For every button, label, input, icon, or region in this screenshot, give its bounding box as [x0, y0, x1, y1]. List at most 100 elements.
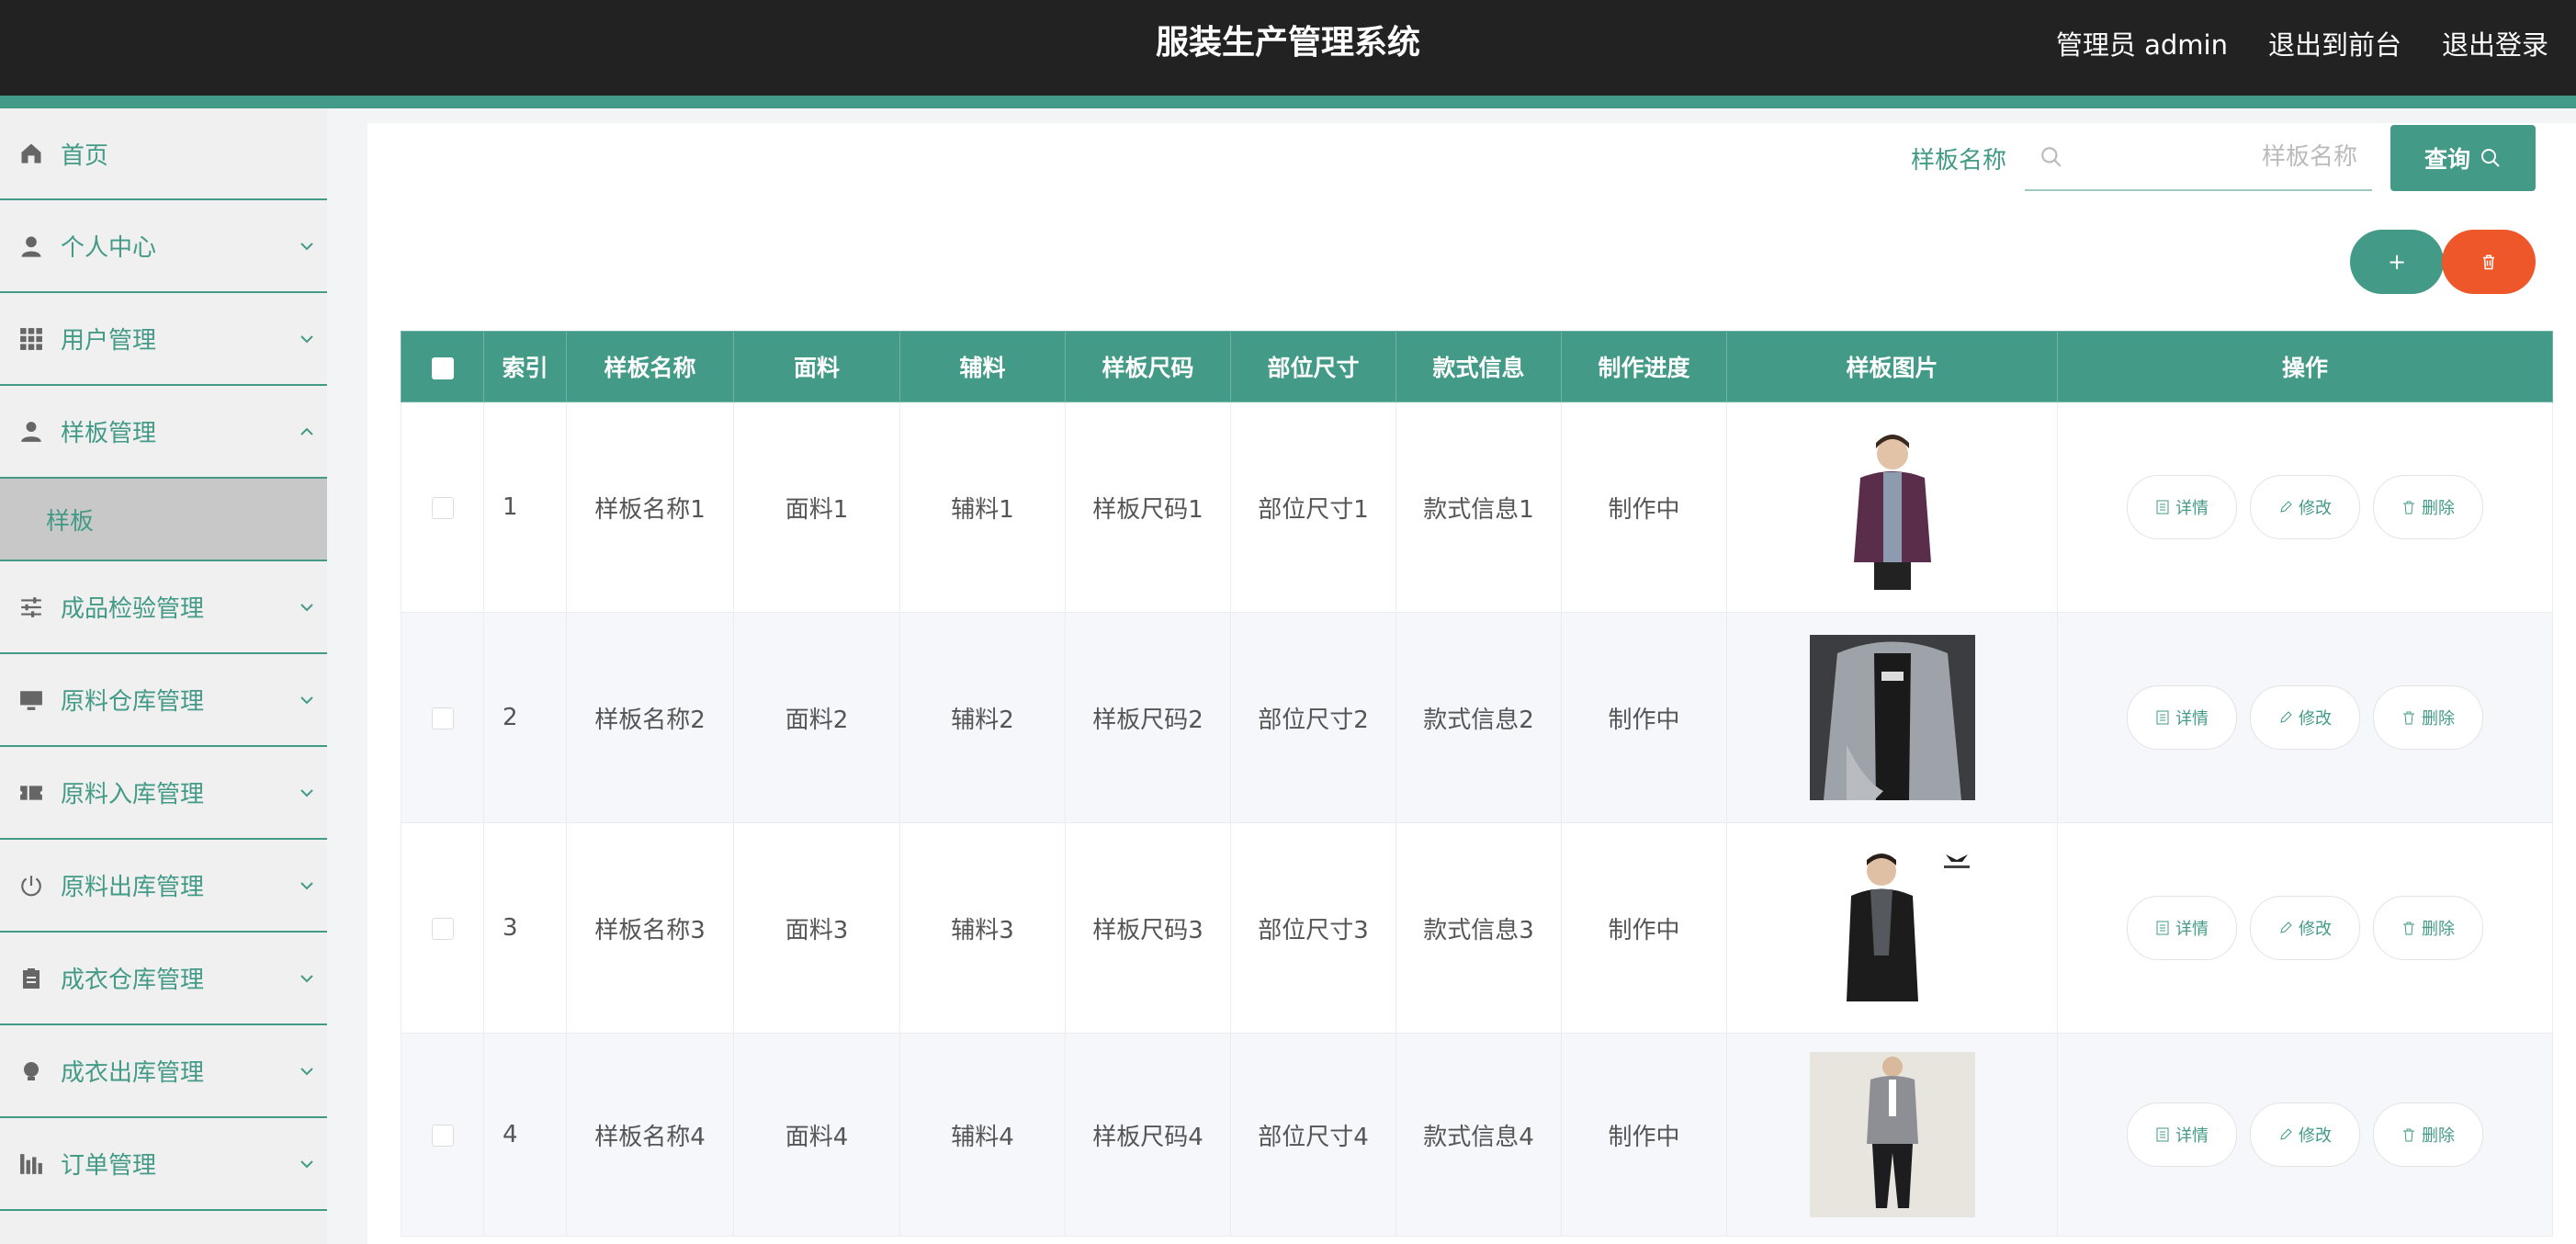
sidebar-item-label: 首页: [61, 141, 109, 170]
size-cell: 样板尺码4: [1065, 1033, 1231, 1237]
power-icon: [18, 873, 44, 899]
sidebar-item-personal[interactable]: 个人中心: [0, 200, 327, 293]
progress-cell: 制作中: [1561, 822, 1727, 1034]
edit-button[interactable]: 修改: [2250, 685, 2360, 750]
edit-button[interactable]: 修改: [2250, 1103, 2360, 1167]
table-row: 1 样板名称1 面料1 辅料1 样板尺码1 部位尺寸1 款式信息1 制作中 详情…: [401, 401, 2553, 613]
person-icon: [18, 233, 44, 259]
column-header: 样板尺码: [1065, 331, 1231, 402]
fabric-cell: 面料3: [733, 822, 900, 1034]
row-checkbox[interactable]: [431, 917, 454, 940]
chevron-down-icon: [300, 788, 313, 797]
column-header: 样板图片: [1726, 331, 2058, 402]
sidebar-item-orders[interactable]: 订单管理: [0, 1118, 327, 1211]
home-icon: [18, 141, 44, 166]
sidebar-item-label: 成衣仓库管理: [61, 967, 205, 994]
query-button[interactable]: 查询: [2390, 125, 2536, 191]
delete-button[interactable]: 删除: [2373, 685, 2483, 750]
sidebar-subitem-label: 样板: [46, 507, 95, 536]
search-form: 样板名称 查询: [1911, 125, 2536, 191]
detail-button[interactable]: 详情: [2127, 475, 2237, 539]
pencil-icon: [2280, 922, 2292, 933]
chevron-down-icon: [300, 974, 313, 982]
detail-button[interactable]: 详情: [2127, 896, 2237, 960]
table-row: 2 样板名称2 面料2 辅料2 样板尺码2 部位尺寸2 款式信息2 制作中 详情…: [401, 612, 2553, 823]
detail-button[interactable]: 详情: [2127, 685, 2237, 750]
chart-icon: [18, 1151, 44, 1177]
query-button-label: 查询: [2423, 146, 2470, 173]
row-checkbox[interactable]: [431, 1124, 454, 1147]
sidebar-item-material-out[interactable]: 原料出库管理: [0, 840, 327, 933]
sidebar-item-inspection[interactable]: 成品检验管理: [0, 561, 327, 654]
fabric-cell: 面料4: [733, 1033, 900, 1237]
content-gutter: [327, 123, 367, 1244]
delete-button[interactable]: 删除: [2373, 896, 2483, 960]
trash-icon: [2403, 922, 2414, 935]
select-all-checkbox[interactable]: [431, 356, 454, 379]
garment-photo[interactable]: [1809, 845, 1975, 1011]
sidebar-item-users[interactable]: 用户管理: [0, 293, 327, 386]
operations-cell: 详情 修改 删除: [2057, 401, 2553, 613]
delete-button[interactable]: 删除: [2373, 475, 2483, 539]
sidebar-item-home[interactable]: 首页: [0, 108, 327, 200]
logout-link[interactable]: 退出登录: [2442, 24, 2548, 62]
image-cell: [1726, 401, 2058, 613]
edit-button[interactable]: 修改: [2250, 475, 2360, 539]
sidebar-item-label: 原料出库管理: [61, 874, 205, 901]
row-select-cell[interactable]: [401, 822, 484, 1034]
garment-photo[interactable]: [1809, 1052, 1975, 1217]
document-icon: [2156, 710, 2169, 725]
sidebar-item-label: 成品检验管理: [61, 595, 205, 623]
column-header: 操作: [2057, 331, 2553, 402]
admin-label: 管理员 admin: [2055, 29, 2228, 61]
edit-label: 修改: [2299, 1126, 2332, 1146]
row-select-cell[interactable]: [401, 401, 484, 613]
part-size-cell: 部位尺寸4: [1230, 1033, 1396, 1237]
garment-photo[interactable]: [1809, 635, 1975, 800]
row-checkbox[interactable]: [431, 496, 454, 519]
column-header: 款式信息: [1395, 331, 1562, 402]
row-select-cell[interactable]: [401, 612, 484, 823]
select-all-header[interactable]: [401, 331, 484, 402]
edit-button[interactable]: 修改: [2250, 896, 2360, 960]
sidebar-item-label: 个人中心: [61, 234, 157, 262]
batch-delete-button[interactable]: [2442, 230, 2536, 294]
add-button[interactable]: +: [2350, 230, 2444, 294]
name-cell: 样板名称2: [566, 612, 734, 823]
delete-button[interactable]: 删除: [2373, 1103, 2483, 1167]
image-cell: [1726, 612, 2058, 823]
sidebar-item-material-in[interactable]: 原料入库管理: [0, 747, 327, 840]
search-field[interactable]: [2025, 125, 2385, 191]
image-cell: [1726, 822, 2058, 1034]
delete-label: 删除: [2422, 1126, 2455, 1146]
search-label: 样板名称: [1910, 146, 2006, 175]
sidebar-item-garment-out[interactable]: 成衣出库管理: [0, 1025, 327, 1118]
chevron-down-icon: [300, 696, 313, 704]
sidebar-item-label: 样板管理: [61, 420, 157, 447]
sidebar-subitem-template[interactable]: 样板: [0, 479, 327, 561]
sidebar-item-garment-warehouse[interactable]: 成衣仓库管理: [0, 933, 327, 1025]
progress-cell: 制作中: [1561, 1033, 1727, 1237]
exit-front-link[interactable]: 退出到前台: [2268, 24, 2401, 62]
grid-icon: [18, 326, 44, 352]
garment-photo[interactable]: [1809, 424, 1975, 590]
chevron-down-icon: [300, 881, 313, 889]
row-checkbox[interactable]: [431, 707, 454, 729]
detail-button[interactable]: 详情: [2127, 1103, 2237, 1167]
sidebar-item-label: 用户管理: [61, 327, 157, 355]
part-size-cell: 部位尺寸3: [1230, 822, 1396, 1034]
chevron-down-icon: [300, 242, 313, 250]
clipboard-icon: [18, 966, 44, 991]
table-header-row: 索引 样板名称 面料 辅料 样板尺码 部位尺寸 款式信息 制作进度 样板图片 操…: [401, 331, 2553, 402]
style-cell: 款式信息1: [1395, 401, 1562, 613]
sidebar-item-template[interactable]: 样板管理: [0, 386, 327, 479]
monitor-icon: [18, 687, 44, 713]
size-cell: 样板尺码1: [1065, 401, 1231, 613]
delete-label: 删除: [2422, 709, 2455, 729]
pencil-icon: [2280, 1128, 2292, 1140]
chevron-down-icon: [300, 1067, 313, 1075]
search-input[interactable]: [2080, 142, 2385, 172]
sidebar-item-material-warehouse[interactable]: 原料仓库管理: [0, 654, 327, 747]
row-select-cell[interactable]: [401, 1033, 484, 1237]
name-cell: 样板名称3: [566, 822, 734, 1034]
